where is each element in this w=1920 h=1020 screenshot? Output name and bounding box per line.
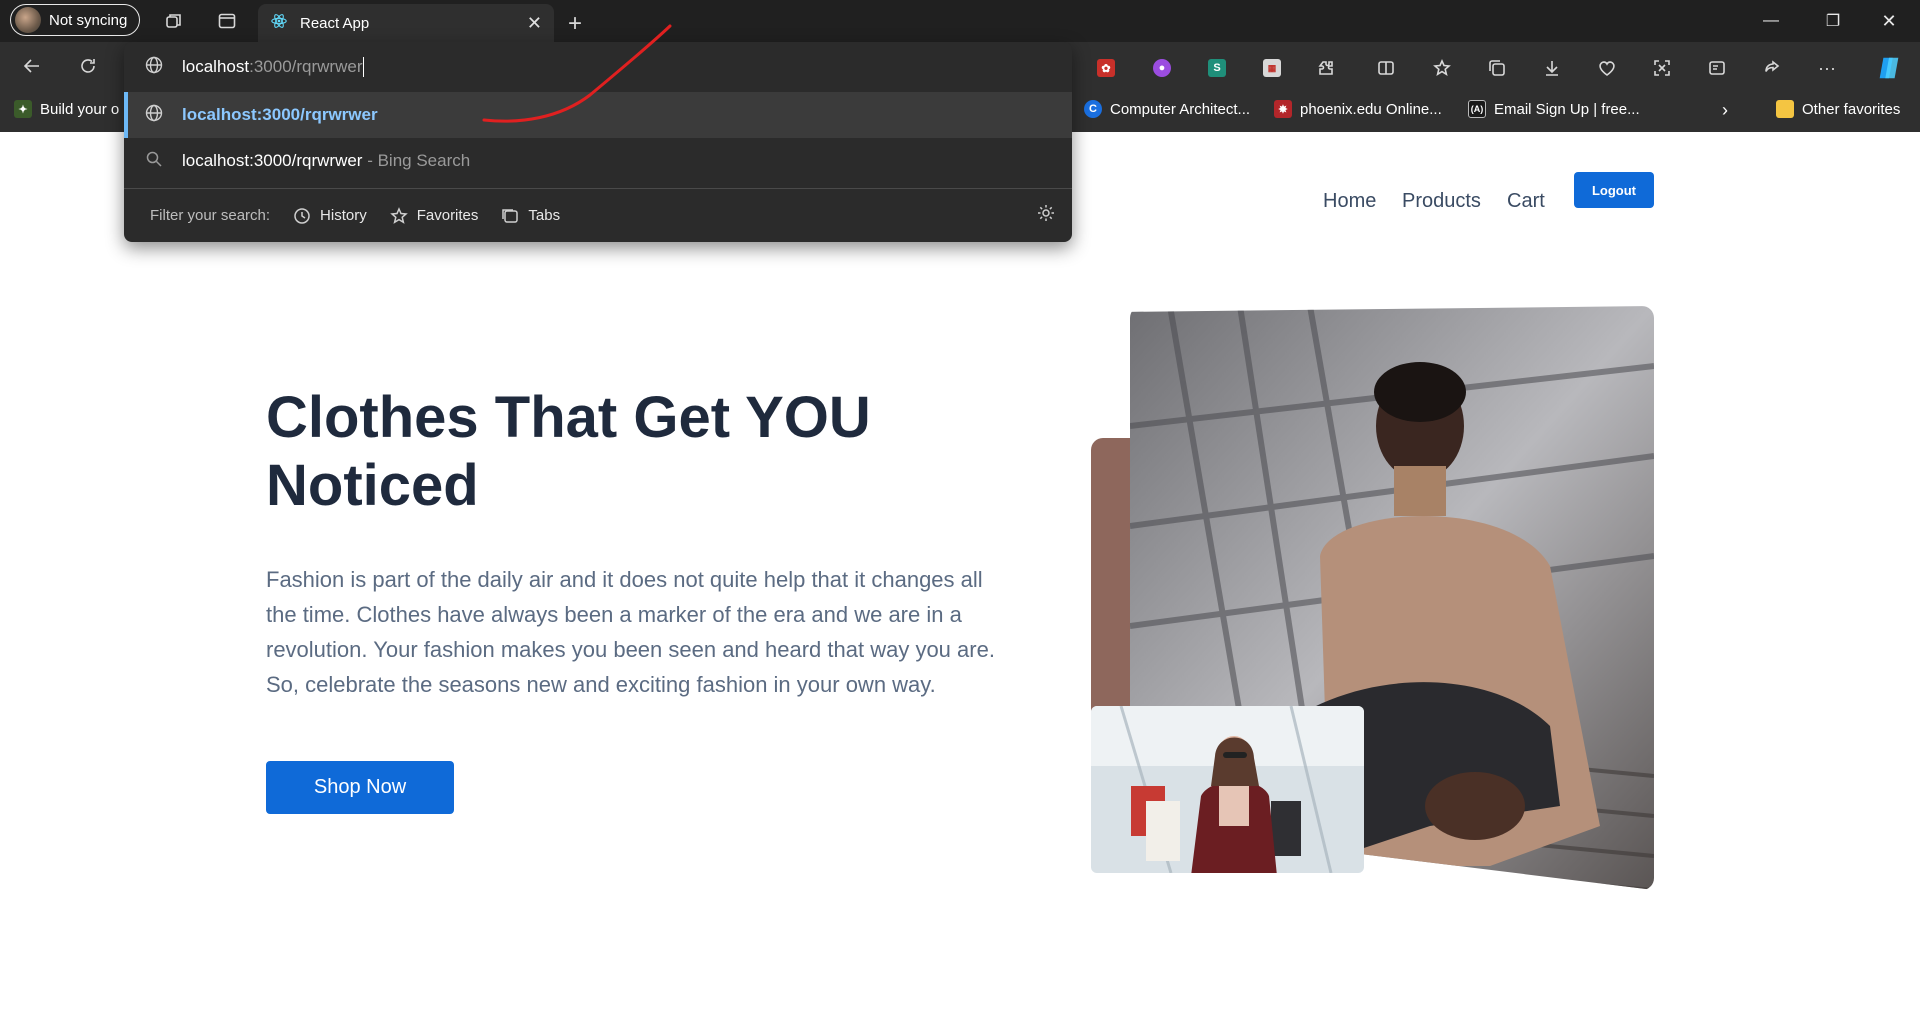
settings-gear-icon[interactable]	[1036, 203, 1056, 227]
suggestion-search-text: localhost:3000/rqrwrwer - Bing Search	[182, 151, 471, 170]
react-logo-icon	[270, 12, 288, 34]
bookmark-favicon: ✦	[14, 100, 32, 118]
bookmarks-overflow-chevron-icon[interactable]: ›	[1722, 100, 1728, 121]
bookmark-email-signup[interactable]: (A) Email Sign Up | free...	[1468, 100, 1640, 118]
extension-s-icon[interactable]: S	[1205, 56, 1229, 80]
search-icon	[144, 149, 164, 174]
screenshot-icon[interactable]	[1650, 56, 1674, 80]
hero-title: Clothes That Get YOU Noticed	[266, 385, 871, 518]
more-options-icon[interactable]: ···	[1815, 56, 1839, 80]
title-bar: Not syncing React App ✕ + — ❐ ✕	[0, 0, 1920, 42]
restore-icon[interactable]: ❐	[1810, 8, 1856, 34]
bookmark-computer-architecture[interactable]: C Computer Architect...	[1084, 100, 1250, 118]
extension-purple-icon[interactable]: ●	[1150, 56, 1174, 80]
globe-icon	[144, 103, 164, 128]
bookmark-favicon: ✸	[1274, 100, 1292, 118]
bookmark-favicon: C	[1084, 100, 1102, 118]
tab-title: React App	[300, 14, 370, 32]
suggestion-search[interactable]: localhost:3000/rqrwrwer - Bing Search	[124, 138, 1072, 184]
nav-products[interactable]: Products	[1402, 190, 1481, 213]
filter-tabs[interactable]: Tabs	[500, 206, 560, 226]
tab-close-icon[interactable]: ✕	[527, 13, 542, 34]
refresh-icon[interactable]	[78, 56, 98, 76]
collections-icon[interactable]	[1485, 56, 1509, 80]
tab-react-app[interactable]: React App ✕	[258, 4, 554, 42]
filter-label: Filter your search:	[150, 207, 271, 224]
share-icon[interactable]	[1760, 56, 1784, 80]
close-window-icon[interactable]: ✕	[1866, 8, 1912, 34]
shop-now-button[interactable]: Shop Now	[266, 761, 454, 814]
extensions-icon[interactable]	[1314, 56, 1338, 80]
folder-icon	[1776, 100, 1794, 118]
split-screen-icon[interactable]	[1374, 56, 1398, 80]
extension-calendar-icon[interactable]: ▦	[1260, 56, 1284, 80]
avatar	[15, 7, 41, 33]
browser-essentials-icon[interactable]	[1595, 56, 1619, 80]
nav-home[interactable]: Home	[1323, 190, 1376, 213]
bookmark-other-favorites[interactable]: Other favorites	[1776, 100, 1900, 118]
favorites-icon[interactable]	[1430, 56, 1454, 80]
hero-description: Fashion is part of the daily air and it …	[266, 567, 995, 697]
new-tab-icon[interactable]: +	[568, 10, 582, 38]
suggestion-url-text: localhost:3000/rqrwrwer	[182, 105, 378, 124]
minimize-icon[interactable]: —	[1748, 8, 1794, 34]
address-bar[interactable]: localhost:3000/rqrwrwer	[124, 42, 1072, 92]
filter-favorites[interactable]: Favorites	[389, 206, 478, 226]
bookmark-phoenix[interactable]: ✸ phoenix.edu Online...	[1274, 100, 1442, 118]
filter-row: Filter your search: History Favorites Ta…	[124, 189, 1072, 242]
profile-status: Not syncing	[49, 11, 128, 29]
filter-history[interactable]: History	[292, 206, 367, 226]
copilot-icon[interactable]	[1874, 53, 1904, 83]
suggestion-url[interactable]: localhost:3000/rqrwrwer	[124, 92, 1072, 138]
downloads-icon[interactable]	[1540, 56, 1564, 80]
star-icon	[389, 206, 408, 224]
address-text: localhost:3000/rqrwrwer	[182, 56, 365, 78]
profile-button[interactable]: Not syncing	[10, 4, 141, 36]
nav-cart[interactable]: Cart	[1507, 190, 1545, 213]
hero-image-woman-shopping	[1091, 706, 1364, 873]
reading-view-icon[interactable]	[1705, 56, 1729, 80]
bookmark-favicon: (A)	[1468, 100, 1486, 118]
back-icon[interactable]	[22, 56, 42, 76]
bookmark-build[interactable]: ✦ Build your o	[14, 100, 119, 118]
workspaces-icon[interactable]	[164, 11, 184, 31]
globe-icon	[144, 55, 164, 80]
address-bar-dropdown: localhost:3000/rqrwrwer localhost:3000/r…	[124, 42, 1072, 242]
history-icon	[294, 207, 310, 224]
vertical-tabs-icon[interactable]	[217, 11, 237, 31]
tabs-icon	[502, 208, 519, 223]
logout-button[interactable]: Logout	[1574, 172, 1654, 208]
extension-red-icon[interactable]: ✿	[1094, 56, 1118, 80]
